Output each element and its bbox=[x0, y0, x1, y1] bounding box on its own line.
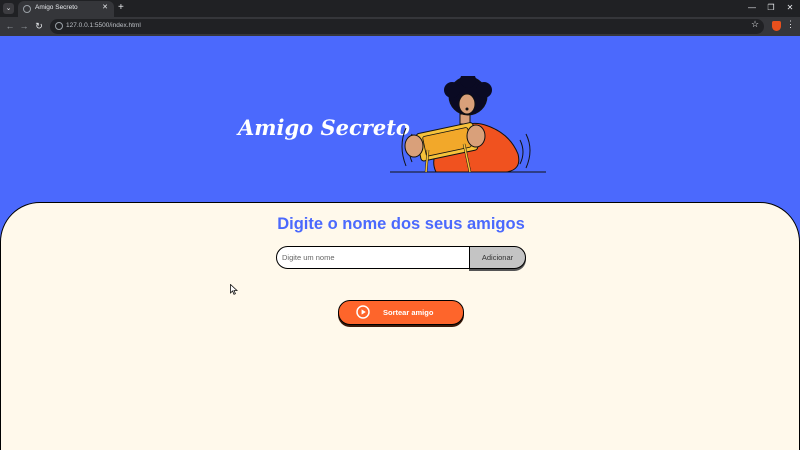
name-input[interactable] bbox=[276, 246, 471, 269]
tab-close-button[interactable]: ✕ bbox=[102, 3, 108, 11]
tab-search-button[interactable]: ⌄ bbox=[3, 3, 14, 14]
window-close-button[interactable]: ✕ bbox=[780, 2, 800, 14]
add-button[interactable]: Adicionar bbox=[469, 246, 526, 269]
person-holding-phone-illustration bbox=[390, 76, 546, 173]
site-info-icon[interactable] bbox=[55, 22, 63, 30]
friends-card: Digite o nome dos seus amigos Adicionar … bbox=[0, 202, 800, 450]
extension-shield-icon[interactable] bbox=[772, 21, 781, 31]
minimize-button[interactable]: — bbox=[742, 2, 762, 14]
browser-tab-strip: ⌄ Amigo Secreto ✕ + — ❐ ✕ bbox=[0, 0, 800, 17]
draw-button-label: Sortear amigo bbox=[383, 308, 434, 317]
draw-friend-button[interactable]: Sortear amigo bbox=[338, 300, 464, 325]
new-tab-button[interactable]: + bbox=[118, 2, 124, 14]
mouse-cursor-icon bbox=[230, 284, 238, 295]
bookmark-star-icon[interactable]: ☆ bbox=[751, 19, 759, 30]
globe-icon bbox=[23, 5, 31, 13]
chevron-down-icon: ⌄ bbox=[5, 5, 12, 12]
forward-button[interactable]: → bbox=[18, 20, 30, 32]
browser-toolbar: ← → ↻ 127.0.0.1:5500/index.html ☆ ⋮ bbox=[0, 17, 800, 36]
browser-tab[interactable]: Amigo Secreto ✕ bbox=[18, 1, 114, 17]
add-friend-row: Adicionar bbox=[276, 246, 526, 269]
browser-menu-button[interactable]: ⋮ bbox=[786, 19, 795, 30]
url-text: 127.0.0.1:5500/index.html bbox=[66, 22, 141, 29]
play-circle-icon bbox=[356, 305, 370, 319]
page-title: Amigo Secreto bbox=[238, 115, 410, 140]
reload-button[interactable]: ↻ bbox=[33, 20, 45, 32]
back-button[interactable]: ← bbox=[4, 20, 16, 32]
page-viewport: Amigo Secreto Digite o nome dos seus ami… bbox=[0, 36, 800, 450]
tab-title: Amigo Secreto bbox=[35, 4, 78, 11]
maximize-button[interactable]: ❐ bbox=[761, 2, 781, 14]
address-bar[interactable]: 127.0.0.1:5500/index.html bbox=[50, 19, 764, 34]
section-title: Digite o nome dos seus amigos bbox=[277, 215, 525, 233]
